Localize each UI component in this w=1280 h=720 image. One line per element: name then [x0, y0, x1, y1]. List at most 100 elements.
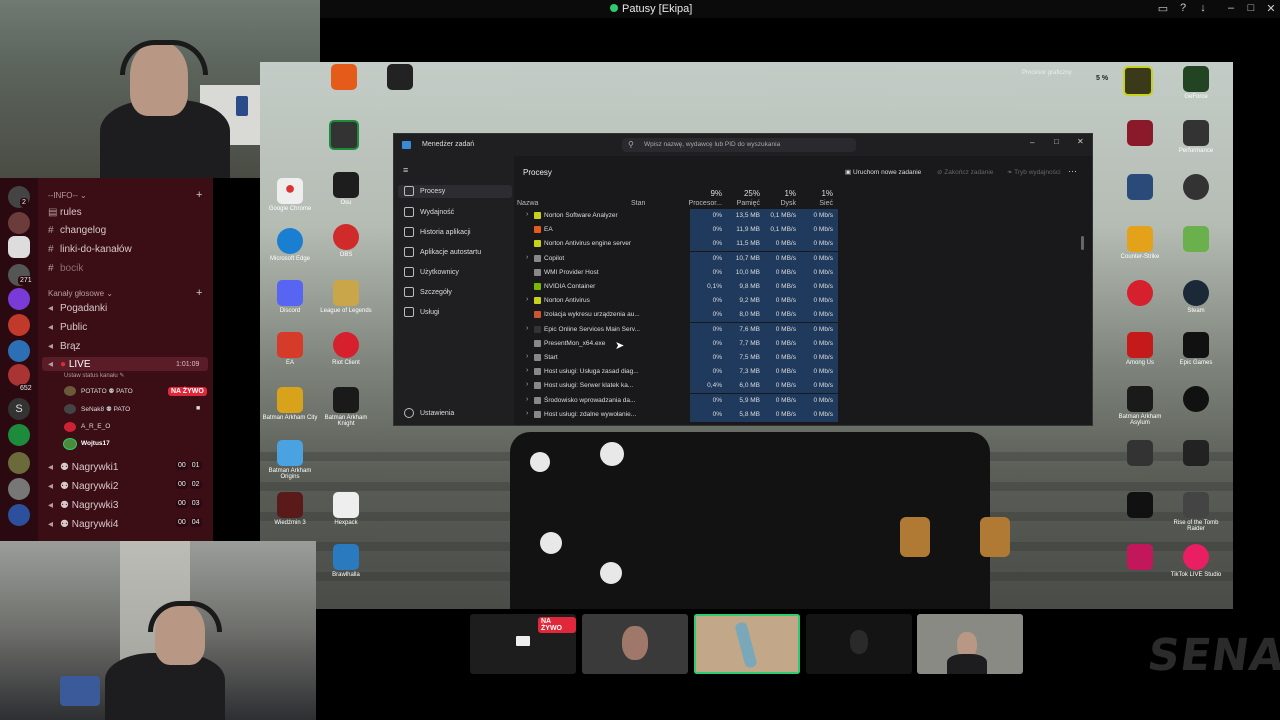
- col-disk[interactable]: Dysk: [762, 200, 796, 207]
- desktop-shortcut[interactable]: Batman Arkham Asylum: [1110, 386, 1170, 426]
- desktop-shortcut[interactable]: [1110, 280, 1170, 308]
- server-icon[interactable]: [8, 212, 30, 234]
- process-row[interactable]: › Epic Online Services Main Serv... 0% 7,6 …: [514, 322, 1092, 337]
- maximize-icon[interactable]: □: [1244, 2, 1258, 14]
- close-icon[interactable]: ✕: [1077, 137, 1084, 146]
- run-new-task-button[interactable]: ▣ Uruchom nowe zadanie: [845, 168, 921, 176]
- user-name[interactable]: A_R_E_O: [81, 423, 110, 430]
- user-name[interactable]: SeNak8 ⚉ PATO: [81, 405, 130, 413]
- desktop-shortcut[interactable]: Among Us: [1110, 332, 1170, 366]
- inbox-icon[interactable]: ▭: [1156, 2, 1170, 15]
- server-icon[interactable]: [8, 314, 30, 336]
- desktop-shortcut[interactable]: [1110, 174, 1170, 202]
- channel-rules[interactable]: ▤ rules: [48, 207, 82, 218]
- desktop-shortcut[interactable]: [370, 64, 430, 92]
- chevron-right-icon[interactable]: ›: [526, 296, 528, 303]
- desktop-shortcut[interactable]: Osu: [316, 172, 376, 206]
- nav-users[interactable]: Użytkownicy: [404, 267, 459, 277]
- nav-performance[interactable]: Wydajność: [404, 207, 454, 217]
- voice-channel-pogadanki[interactable]: ◂ Pogadanki: [48, 303, 107, 314]
- participant-thumbnail[interactable]: [917, 614, 1023, 674]
- server-icon[interactable]: [8, 288, 30, 310]
- user-name[interactable]: POTATO ⚉ PATO: [81, 387, 133, 395]
- process-row[interactable]: Norton Antivirus engine server 0% 11,5 MB 0…: [514, 237, 1092, 252]
- participant-thumbnail[interactable]: [582, 614, 688, 674]
- process-row[interactable]: › Host usługi: Usługa zasad diag... 0% 7,3 …: [514, 365, 1092, 380]
- participant-thumbnail[interactable]: [806, 614, 912, 674]
- desktop-shortcut[interactable]: [314, 64, 374, 92]
- nav-services[interactable]: Usługi: [404, 307, 439, 317]
- process-row[interactable]: EA 0% 11,9 MB 0,1 MB/s 0 Mb/s: [514, 223, 1092, 238]
- voice-channel-live[interactable]: ◂ ● LIVE: [48, 359, 91, 370]
- efficiency-mode-button[interactable]: ❧ Tryb wydajności: [1007, 168, 1061, 176]
- desktop-shortcut[interactable]: [1110, 120, 1170, 148]
- maximize-icon[interactable]: □: [1054, 137, 1059, 146]
- process-row[interactable]: Izolacja wykresu urządzenia au... 0% 8,0 M…: [514, 308, 1092, 323]
- desktop-shortcut[interactable]: Counter-Strike: [1110, 226, 1170, 260]
- chevron-right-icon[interactable]: ›: [526, 211, 528, 218]
- nav-settings[interactable]: Ustawienia: [404, 408, 454, 418]
- chevron-right-icon[interactable]: ›: [526, 325, 528, 332]
- desktop-shortcut[interactable]: [1110, 544, 1170, 572]
- chevron-right-icon[interactable]: ›: [526, 353, 528, 360]
- voice-channel-braz[interactable]: ◂ Brąz: [48, 341, 81, 352]
- server-icon[interactable]: [8, 478, 30, 500]
- voice-channel-nagrywki2[interactable]: ◂ ⚉ Nagrywki2: [48, 481, 118, 492]
- desktop-shortcut[interactable]: Microsoft Edge: [260, 228, 320, 262]
- col-name[interactable]: Nazwa: [517, 200, 538, 207]
- chevron-right-icon[interactable]: ›: [526, 410, 528, 417]
- desktop-shortcut[interactable]: [1110, 492, 1170, 520]
- nav-details[interactable]: Szczegóły: [404, 287, 452, 297]
- add-channel-icon[interactable]: +: [196, 287, 202, 299]
- desktop-shortcut[interactable]: League of Legends: [316, 280, 376, 314]
- desktop-shortcut[interactable]: ● Google Chrome: [260, 178, 320, 212]
- chevron-right-icon[interactable]: ›: [526, 254, 528, 261]
- voice-channel-nagrywki4[interactable]: ◂ ⚉ Nagrywki4: [48, 519, 118, 530]
- download-icon[interactable]: ↓: [1196, 2, 1210, 14]
- chevron-right-icon[interactable]: ›: [526, 396, 528, 403]
- process-row[interactable]: › Środowisko wprowadzania da... 0% 5,9 MB 0 …: [514, 393, 1092, 408]
- desktop-shortcut[interactable]: Riot Client: [316, 332, 376, 366]
- desktop-shortcut[interactable]: [1166, 226, 1226, 254]
- desktop-shortcut[interactable]: [1108, 66, 1168, 98]
- minimize-icon[interactable]: –: [1224, 2, 1238, 14]
- search-input[interactable]: ⚲ Wpisz nazwę, wydawcę lub PID do wyszuk…: [622, 138, 856, 152]
- voice-channel-public[interactable]: ◂ Public: [48, 322, 87, 333]
- desktop-shortcut[interactable]: [1110, 440, 1170, 468]
- desktop-shortcut[interactable]: Steam: [1166, 280, 1226, 314]
- process-row[interactable]: NVIDIA Container 0,1% 9,8 MB 0 MB/s 0 Mb/s: [514, 280, 1092, 294]
- user-name[interactable]: Wojtus17: [81, 440, 110, 447]
- add-channel-icon[interactable]: +: [196, 189, 202, 201]
- desktop-shortcut[interactable]: [314, 120, 374, 152]
- close-icon[interactable]: ✕: [1264, 2, 1278, 15]
- channel-links[interactable]: # linki-do-kanałów: [48, 244, 132, 255]
- desktop-shortcut[interactable]: Batman Arkham City: [260, 387, 320, 421]
- desktop-shortcut[interactable]: Discord: [260, 280, 320, 314]
- desktop-shortcut[interactable]: EA: [260, 332, 320, 366]
- channel-changelog[interactable]: # changelog: [48, 225, 106, 236]
- desktop-shortcut[interactable]: Rise of the Tomb Raider: [1166, 492, 1226, 532]
- desktop-shortcut[interactable]: TikTok LIVE Studio: [1166, 544, 1226, 578]
- desktop-shortcut[interactable]: Performance: [1166, 120, 1226, 154]
- desktop-shortcut[interactable]: Brawlhalla: [316, 544, 376, 578]
- minimize-icon[interactable]: –: [1030, 138, 1034, 147]
- desktop-shortcut[interactable]: Epic Games: [1166, 332, 1226, 366]
- voice-channel-nagrywki3[interactable]: ◂ ⚉ Nagrywki3: [48, 500, 118, 511]
- server-icon[interactable]: [8, 452, 30, 474]
- desktop-shortcut[interactable]: Wiedźmin 3: [260, 492, 320, 526]
- process-row[interactable]: › Copilot 0% 10,7 MB 0 MB/s 0 Mb/s: [514, 251, 1092, 266]
- server-icon[interactable]: [8, 340, 30, 362]
- process-row[interactable]: › Norton Software Analyzer 0% 13,5 MB 0,1 MB…: [514, 209, 1092, 223]
- col-network[interactable]: Sieć: [799, 200, 833, 207]
- server-icon[interactable]: S: [8, 398, 30, 420]
- process-row[interactable]: WMI Provider Host 0% 10,0 MB 0 MB/s 0 Mb/s: [514, 265, 1092, 280]
- chevron-right-icon[interactable]: ›: [526, 367, 528, 374]
- participant-thumbnail[interactable]: [694, 614, 800, 674]
- process-row[interactable]: PresentMon_x64.exe 0% 7,7 MB 0 MB/s 0 Mb/s: [514, 336, 1092, 351]
- voice-channel-nagrywki1[interactable]: ◂ ⚉ Nagrywki1: [48, 462, 118, 473]
- col-cpu[interactable]: Procesor...: [688, 200, 722, 207]
- desktop-shortcut[interactable]: [1166, 386, 1226, 414]
- nav-processes[interactable]: Procesy: [398, 185, 512, 198]
- desktop-shortcut[interactable]: Hexpack: [316, 492, 376, 526]
- category-voice[interactable]: Kanały głosowe ⌄: [48, 289, 113, 298]
